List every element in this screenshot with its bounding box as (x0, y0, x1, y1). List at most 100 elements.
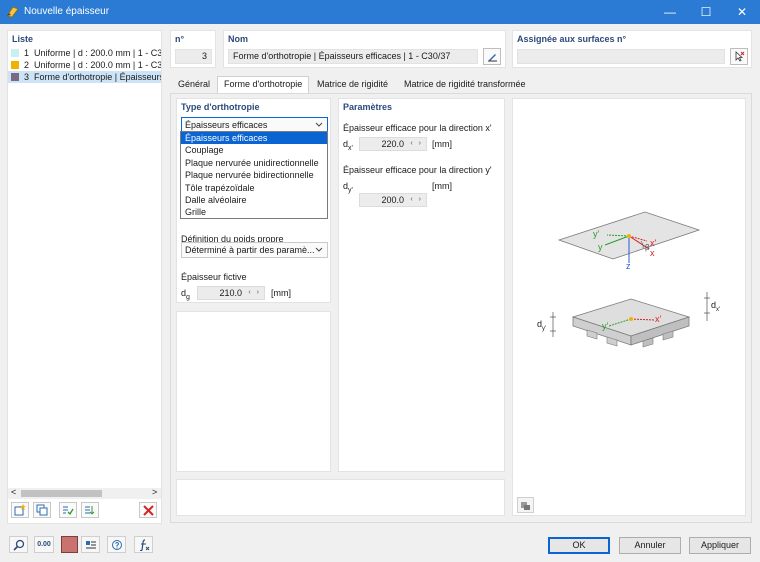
dropdown-option-unidirectional-ribbed[interactable]: Plaque nervurée unidirectionnelle (181, 157, 327, 169)
pick-cursor-icon (735, 51, 744, 62)
number-panel: n° 3 (170, 30, 216, 68)
beta-label: β (645, 243, 650, 252)
y-prime-label-2: y' (602, 321, 609, 331)
title-bar: Nouvelle épaisseur — ☐ ✕ (0, 0, 760, 24)
ok-button[interactable]: OK (548, 537, 610, 554)
maximize-button[interactable]: ☐ (688, 0, 724, 24)
y-prime-label: y' (593, 229, 600, 239)
search-icon (12, 539, 24, 551)
chevron-down-icon (315, 247, 323, 252)
list-item-selected[interactable]: 3 Forme d'orthotropie | Épaisseurs effic… (8, 71, 161, 83)
parameters-header: Paramètres (343, 102, 393, 112)
edit-name-button[interactable] (483, 48, 501, 65)
assigned-header: Assignée aux surfaces n° (517, 34, 627, 44)
z-label: z (626, 261, 631, 271)
tab-orthotropy[interactable]: Forme d'orthotropie (217, 76, 310, 94)
dropdown-option-trapezoidal-sheet[interactable]: Tôle trapézoïdale (181, 182, 327, 194)
list-header: Liste (12, 34, 34, 44)
apply-button[interactable]: Appliquer (689, 537, 751, 554)
assigned-field[interactable] (517, 49, 725, 64)
dropdown-option-grillage[interactable]: Grille (181, 206, 327, 218)
name-panel: Nom Forme d'orthotropie | Épaisseurs eff… (223, 30, 506, 68)
x-thickness-symbol: dx' (343, 139, 353, 152)
check-button[interactable] (59, 502, 77, 518)
decimal-places-button[interactable]: 0.00 (34, 536, 54, 553)
y-thickness-input[interactable]: 200.0 ‹ › (359, 193, 427, 207)
y-thickness-symbol: dy' (343, 181, 353, 194)
fictive-thickness-unit: [mm] (271, 288, 291, 298)
fictive-thickness-input[interactable]: 210.0 ‹ › (197, 286, 265, 300)
dx-label: dx' (711, 300, 721, 313)
parameters-panel: Paramètres Épaisseur efficace pour la di… (338, 98, 505, 472)
minimize-button[interactable]: — (652, 0, 688, 24)
x-thickness-label: Épaisseur efficace pour la direction x' (343, 123, 492, 133)
orthotropy-diagram (550, 211, 710, 348)
y-thickness-unit: [mm] (432, 181, 452, 191)
new-item-button[interactable] (11, 502, 29, 518)
help-icon (111, 539, 122, 550)
fictive-thickness-label: Épaisseur fictive (181, 272, 247, 282)
dropdown-option-bidirectional-ribbed[interactable]: Plaque nervurée bidirectionnelle (181, 169, 327, 181)
copy-icon (36, 504, 48, 516)
empty-panel-bottom (176, 479, 505, 516)
spin-arrows-icon[interactable]: ‹ › (248, 287, 261, 299)
weight-definition-select[interactable]: Déterminé à partir des paramè... (181, 242, 328, 258)
close-button[interactable]: ✕ (724, 0, 760, 24)
y-thickness-label: Épaisseur efficace pour la direction y' (343, 165, 492, 175)
sort-list-icon (85, 506, 95, 515)
copy-item-button[interactable] (33, 502, 51, 518)
edit-icon (487, 54, 497, 62)
scroll-right-arrow[interactable]: > (152, 487, 157, 497)
cancel-button[interactable]: Annuler (619, 537, 681, 554)
new-item-icon (14, 504, 26, 516)
tab-general[interactable]: Général (172, 77, 216, 94)
dropdown-option-coupling[interactable]: Couplage (181, 144, 327, 156)
x-thickness-unit: [mm] (432, 139, 452, 149)
search-button[interactable] (9, 536, 28, 553)
scroll-left-arrow[interactable]: < (11, 487, 16, 497)
app-icon (6, 6, 19, 18)
check-list-icon (63, 506, 74, 516)
decimal-places-icon: 0.00 (37, 541, 51, 548)
dropdown-option-hollow-core-slab[interactable]: Dalle alvéolaire (181, 194, 327, 206)
spin-arrows-icon[interactable]: ‹ › (410, 194, 423, 206)
color-swatch (11, 49, 19, 57)
spin-arrows-icon[interactable]: ‹ › (410, 138, 423, 150)
list-items: 1 Uniforme | d : 200.0 mm | 1 - C30/37 2… (8, 47, 161, 83)
number-header: n° (175, 34, 185, 44)
chevron-down-icon (315, 122, 323, 127)
fictive-thickness-symbol: dg (181, 288, 190, 301)
delete-button[interactable] (139, 502, 157, 518)
x-prime-label-2: x' (655, 314, 662, 324)
color-swatch (11, 61, 19, 69)
assigned-panel: Assignée aux surfaces n° (512, 30, 752, 68)
list-item[interactable]: 1 Uniforme | d : 200.0 mm | 1 - C30/37 (8, 47, 161, 59)
view-settings-icon (521, 501, 530, 510)
y-label: y (598, 242, 603, 252)
origin-dot-2 (629, 317, 633, 321)
dy-label: dy' (537, 319, 547, 332)
display-properties-button[interactable] (81, 536, 100, 553)
formula-button[interactable] (134, 536, 153, 553)
dropdown-option-effective-thickness[interactable]: Épaisseurs efficaces (181, 132, 327, 145)
scrollbar-thumb[interactable] (21, 490, 102, 497)
sort-button[interactable] (81, 502, 99, 518)
number-field[interactable]: 3 (175, 49, 212, 64)
color-swatch (11, 73, 19, 81)
list-item[interactable]: 2 Uniforme | d : 200.0 mm | 1 - C30/37 (8, 59, 161, 71)
color-picker-button[interactable] (61, 536, 78, 553)
name-header: Nom (228, 34, 248, 44)
tab-stiffness-matrix[interactable]: Matrice de rigidité (311, 77, 394, 94)
diagram-options-button[interactable] (517, 497, 534, 513)
pick-surfaces-button[interactable] (730, 48, 748, 65)
window-title: Nouvelle épaisseur (24, 6, 110, 17)
name-field[interactable]: Forme d'orthotropie | Épaisseurs efficac… (228, 49, 478, 64)
x-thickness-input[interactable]: 220.0 ‹ › (359, 137, 427, 151)
horizontal-scrollbar[interactable]: < > (8, 487, 161, 499)
empty-panel-left (176, 311, 331, 472)
diagram-panel: y' x' y x z β y' x' dy' dx' (512, 98, 746, 516)
x-prime-label: x' (650, 238, 657, 248)
tab-transformed-stiffness-matrix[interactable]: Matrice de rigidité transformée (398, 77, 532, 94)
help-button[interactable] (107, 536, 126, 553)
orthotropy-type-dropdown[interactable]: Épaisseurs efficaces Couplage Plaque ner… (180, 131, 328, 219)
